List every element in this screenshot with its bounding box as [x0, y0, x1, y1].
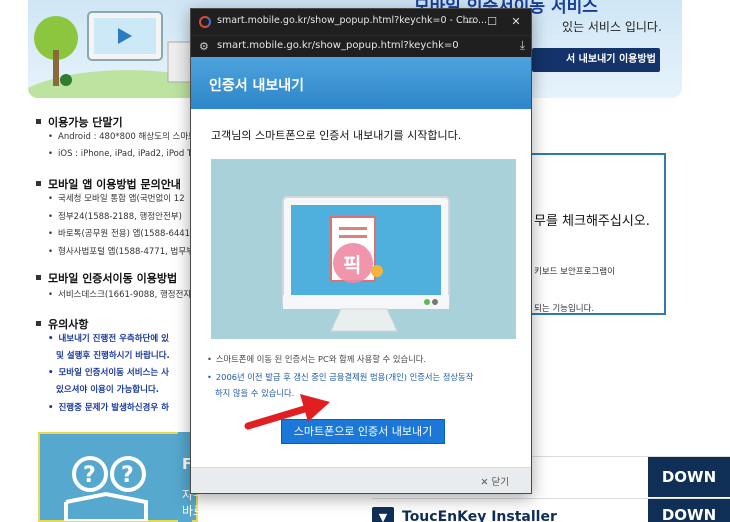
stamp-text: 픽	[343, 253, 361, 277]
address-bar: ⚙ smart.mobile.go.kr/show_popup.html?key…	[191, 35, 531, 57]
section-line: 진행중 문제가 발생하신경우 하	[48, 401, 169, 413]
download-button[interactable]: DOWN	[648, 457, 730, 497]
section-line: 모바일 인증서이동 서비스는 사	[48, 366, 169, 378]
info-box-text: 키보드 보안프로그램이	[534, 267, 615, 277]
close-button[interactable]: ✕ 닫기	[481, 474, 509, 488]
popup-header: 인증서 내보내기	[191, 57, 531, 109]
url-text[interactable]: smart.mobile.go.kr/show_popup.html?keych…	[217, 40, 459, 51]
section-line: iOS : iPhone, iPad, iPad2, iPod T	[48, 149, 192, 159]
section-line: 바로톡(공무원 전용) 앱(1588-6441	[48, 227, 190, 239]
section-line: 및 설행후 진행하시기 바랍니다.	[56, 351, 170, 361]
section-title-app-inquiry: 모바일 앱 이용방법 문의안내	[36, 176, 181, 192]
download-icon[interactable]: ⤓	[520, 38, 525, 53]
section-line: 내보내기 진행전 우측하단에 있	[48, 332, 169, 344]
red-arrow-icon	[244, 394, 330, 430]
chrome-icon	[199, 16, 211, 28]
section-line: 서비스데스크(1661-9088, 행정전자	[48, 288, 191, 300]
download-row: ▼ ToucEnKey Installer DOWN	[372, 498, 730, 522]
site-settings-icon[interactable]: ⚙	[199, 40, 209, 53]
close-label: 닫기	[491, 477, 509, 488]
section-line: 정부24(1588-2188, 행정안전부)	[48, 210, 182, 222]
section-line: 국세청 모바일 통합 앱(국번없이 12	[48, 192, 185, 204]
info-box-text: 무를 체크해주십시오.	[534, 214, 650, 229]
download-name: ToucEnKey Installer	[402, 509, 557, 522]
popup-title: 인증서 내보내기	[209, 78, 305, 94]
section-line: 형사사법포털 앱(1588-4771, 법무부	[48, 245, 194, 257]
svg-text:?: ?	[121, 463, 134, 488]
section-title-notes: 유의사항	[36, 316, 88, 332]
info-box-text: 되는 기능입니다.	[534, 304, 595, 314]
banner-subtitle: 있는 서비스 입니다.	[562, 20, 662, 34]
section-line: 있으셔야 이용이 가능합니다.	[56, 385, 159, 395]
section-title-usage: 모바일 인증서이동 이용방법	[36, 270, 177, 286]
faq-banner[interactable]: ? ?	[38, 432, 198, 522]
popup-footer: ✕ 닫기	[191, 467, 531, 493]
download-arrow-icon: ▼	[372, 507, 394, 522]
close-window-button[interactable]: ✕	[505, 12, 527, 32]
download-button[interactable]: DOWN	[648, 499, 730, 522]
svg-text:?: ?	[83, 463, 96, 488]
maximize-button[interactable]: ☐	[481, 12, 503, 32]
popup-intro: 고객님의 스마트폰으로 인증서 내보내기를 시작합니다.	[211, 129, 462, 142]
info-box	[528, 153, 666, 315]
export-illustration: 픽	[211, 159, 516, 339]
window-title: smart.mobile.go.kr/show_popup.html?keych…	[217, 15, 488, 26]
question-box-icon: ? ?	[64, 456, 148, 521]
section-title-devices: 이용가능 단말기	[36, 114, 123, 130]
minimize-button[interactable]: —	[459, 12, 481, 32]
popup-note: 스마트폰에 이동 된 인증서는 PC와 함께 사용할 수 있습니다.	[207, 353, 426, 365]
popup-note: 2006년 이전 발급 후 갱신 중인 금융결제원 범용(개인) 인증서는 정상…	[207, 371, 473, 383]
export-guide-button[interactable]: 서 내보내기 이용방법	[532, 48, 660, 72]
popup-titlebar[interactable]: smart.mobile.go.kr/show_popup.html?keych…	[191, 9, 531, 35]
section-line: Android : 480*800 해상도의 스마트	[48, 130, 196, 142]
faq-text: 바로 확인하기	[182, 504, 253, 518]
